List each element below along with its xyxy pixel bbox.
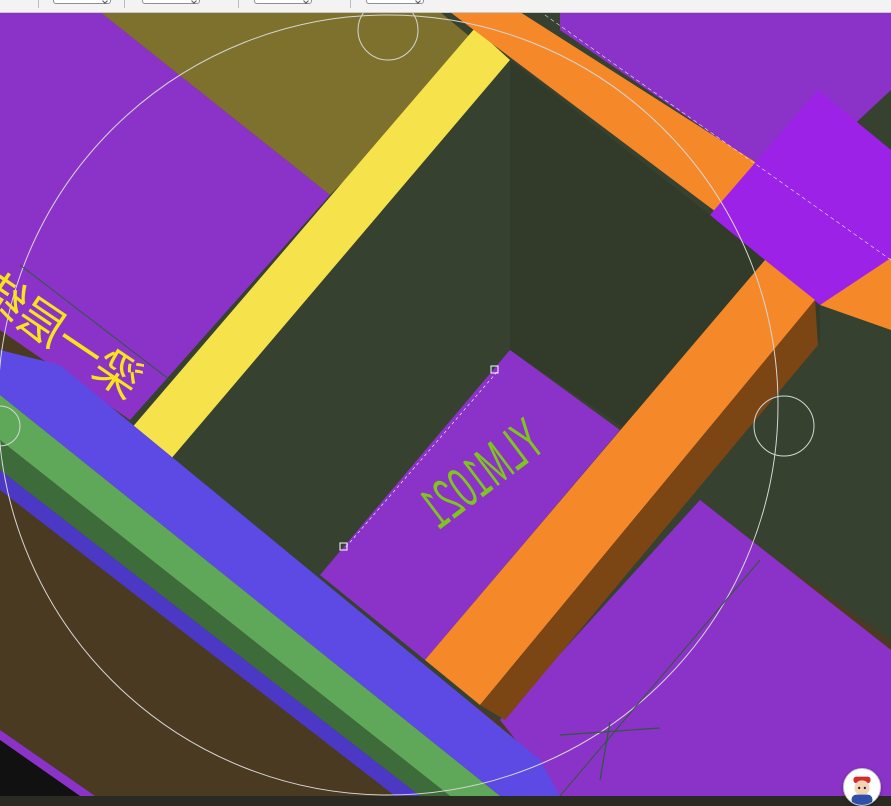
3d-model-viewport[interactable]: YLM1021 梁一层结构 — [0, 0, 891, 797]
top-toolbar — [0, 0, 891, 13]
toolbar-separator — [124, 0, 125, 8]
assistant-avatar-icon — [844, 769, 880, 805]
toolbar-separator — [350, 0, 351, 8]
toolbar-dropdown-3[interactable] — [254, 0, 312, 4]
toolbar-dropdown-1[interactable] — [53, 0, 111, 4]
toolbar-dropdown-2[interactable] — [142, 0, 200, 4]
toolbar-separator — [238, 0, 239, 8]
toolbar-separator — [38, 0, 39, 8]
toolbar-dropdown-4[interactable] — [366, 0, 424, 4]
assistant-avatar-icon[interactable] — [843, 768, 881, 806]
model-canvas[interactable]: YLM1021 梁一层结构 — [0, 0, 891, 797]
